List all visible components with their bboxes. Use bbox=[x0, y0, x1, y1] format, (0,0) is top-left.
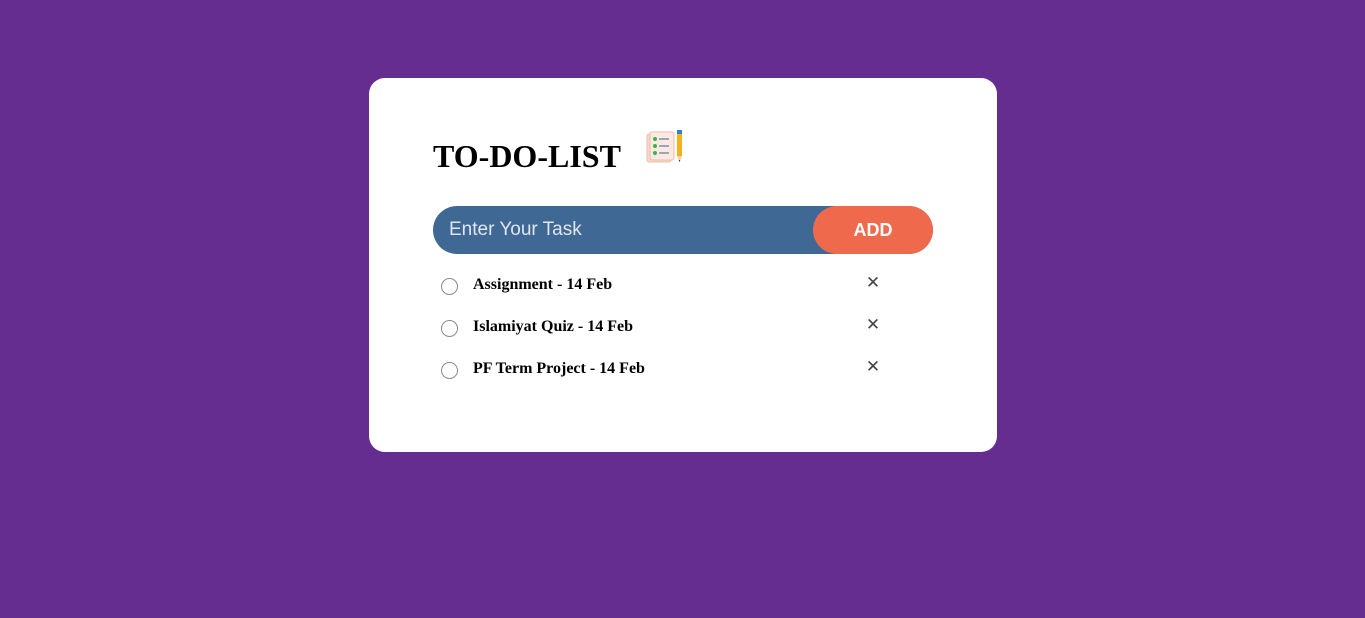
task-text: Islamiyat Quiz - 14 Feb bbox=[473, 318, 633, 335]
title-row: TO-DO-LIST bbox=[433, 130, 685, 172]
task-list: Assignment - 14 Feb ✕ Islamiyat Quiz - 1… bbox=[433, 272, 933, 400]
list-item[interactable]: Islamiyat Quiz - 14 Feb ✕ bbox=[433, 314, 933, 358]
list-item[interactable]: Assignment - 14 Feb ✕ bbox=[433, 272, 933, 316]
todo-card: TO-DO-LIST ADD Assignment - bbox=[369, 78, 997, 452]
close-icon[interactable]: ✕ bbox=[861, 356, 885, 380]
task-input[interactable] bbox=[433, 206, 813, 254]
task-text: PF Term Project - 14 Feb bbox=[473, 360, 645, 377]
notepad-pencil-icon bbox=[645, 130, 685, 166]
task-text: Assignment - 14 Feb bbox=[473, 276, 613, 293]
unchecked-circle-icon[interactable] bbox=[441, 320, 458, 337]
unchecked-circle-icon[interactable] bbox=[441, 278, 458, 295]
page-title: TO-DO-LIST bbox=[433, 138, 621, 174]
list-item[interactable]: PF Term Project - 14 Feb ✕ bbox=[433, 356, 933, 400]
close-icon[interactable]: ✕ bbox=[861, 272, 885, 296]
add-button[interactable]: ADD bbox=[813, 206, 933, 254]
task-input-row: ADD bbox=[433, 206, 933, 254]
unchecked-circle-icon[interactable] bbox=[441, 362, 458, 379]
close-icon[interactable]: ✕ bbox=[861, 314, 885, 338]
